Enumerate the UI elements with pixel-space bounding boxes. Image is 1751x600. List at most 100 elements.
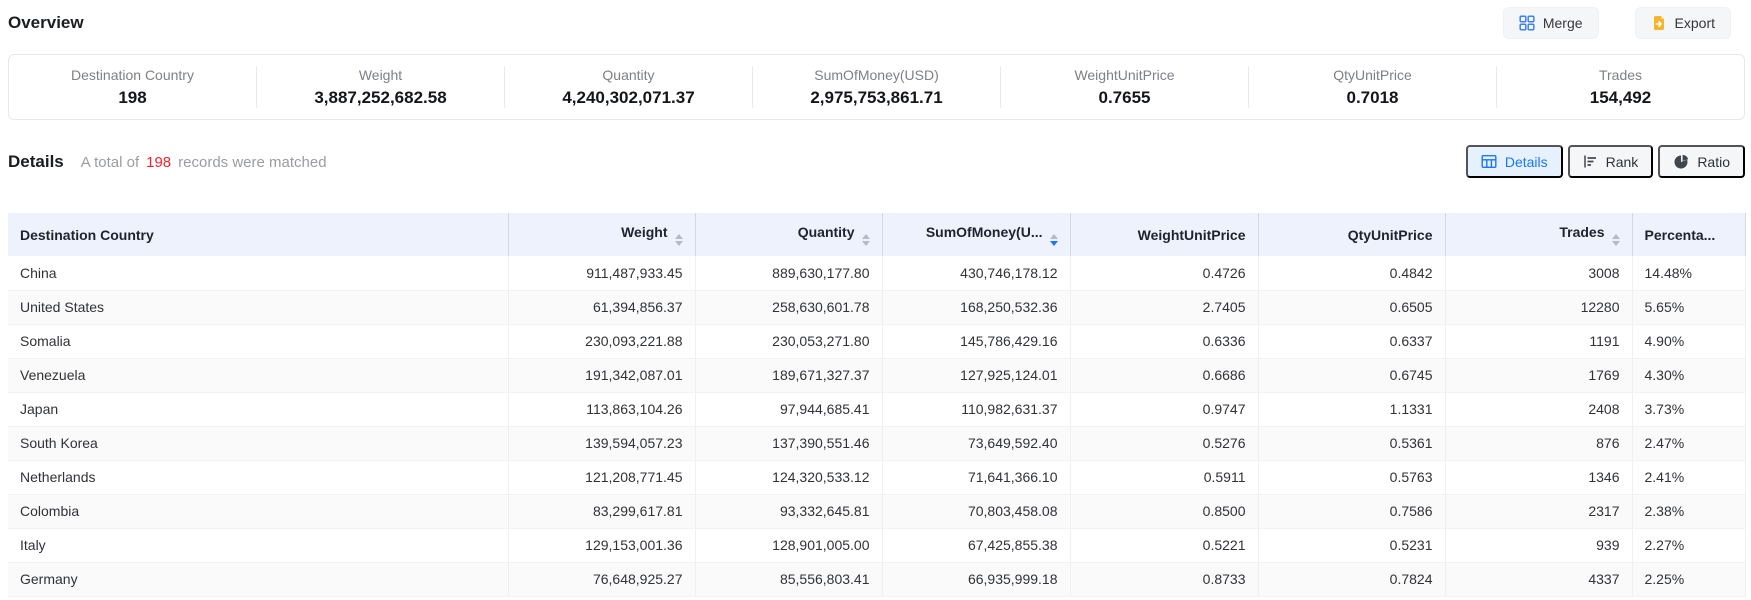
- cell-trades: 4337: [1445, 562, 1632, 596]
- cell-weight: 76,648,925.27: [508, 562, 695, 596]
- cell-sumofmoney-u: 70,803,458.08: [882, 494, 1070, 528]
- cell-weightunitprice: 2.7405: [1070, 290, 1258, 324]
- stat-value: 0.7655: [1099, 89, 1151, 106]
- cell-quantity: 85,556,803.41: [695, 562, 882, 596]
- export-button[interactable]: Export: [1635, 7, 1731, 39]
- stat-label: SumOfMoney(USD): [814, 68, 938, 82]
- stat-value: 0.7018: [1347, 89, 1399, 106]
- rank-bars-icon: [1583, 154, 1598, 169]
- table-row: Colombia83,299,617.8193,332,645.8170,803…: [8, 494, 1745, 528]
- cell-sumofmoney-u: 71,641,366.10: [882, 460, 1070, 494]
- table-row: Italy129,153,001.36128,901,005.0067,425,…: [8, 528, 1745, 562]
- column-header-label: QtyUnitPrice: [1348, 227, 1433, 243]
- cell-quantity: 137,390,551.46: [695, 426, 882, 460]
- table-head: Destination CountryWeightQuantitySumOfMo…: [8, 213, 1745, 256]
- column-header-quantity[interactable]: Quantity: [695, 213, 882, 256]
- stat-label: Trades: [1599, 68, 1642, 82]
- cell-weight: 121,208,771.45: [508, 460, 695, 494]
- merge-button-label: Merge: [1543, 15, 1583, 31]
- match-count: 198: [146, 154, 171, 171]
- table-row: United States61,394,856.37258,630,601.78…: [8, 290, 1745, 324]
- cell-quantity: 128,901,005.00: [695, 528, 882, 562]
- sort-caret-down-icon: [1612, 241, 1620, 246]
- cell-qtyunitprice: 0.5763: [1258, 460, 1445, 494]
- column-header-weight[interactable]: Weight: [508, 213, 695, 256]
- column-header-trades[interactable]: Trades: [1445, 213, 1632, 256]
- cell-qtyunitprice: 0.7586: [1258, 494, 1445, 528]
- sort-caret-icons: [1050, 234, 1058, 246]
- table-row: Somalia230,093,221.88230,053,271.80145,7…: [8, 324, 1745, 358]
- cell-qtyunitprice: 0.6337: [1258, 324, 1445, 358]
- table-row: South Korea139,594,057.23137,390,551.467…: [8, 426, 1745, 460]
- cell-destination-country: Japan: [8, 392, 508, 426]
- stat-trades: Trades154,492: [1497, 68, 1744, 106]
- cell-weightunitprice: 0.5911: [1070, 460, 1258, 494]
- stat-weight: Weight3,887,252,682.58: [257, 68, 504, 106]
- cell-percenta: 2.27%: [1632, 528, 1745, 562]
- sort-caret-up-icon: [675, 234, 683, 239]
- table-row: Venezuela191,342,087.01189,671,327.37127…: [8, 358, 1745, 392]
- details-title: Details: [8, 152, 64, 172]
- cell-percenta: 3.73%: [1632, 392, 1745, 426]
- cell-destination-country: Netherlands: [8, 460, 508, 494]
- cell-weight: 139,594,057.23: [508, 426, 695, 460]
- column-header-weightunitprice: WeightUnitPrice: [1070, 213, 1258, 256]
- cell-weightunitprice: 0.8500: [1070, 494, 1258, 528]
- stat-sumofmoney-usd: SumOfMoney(USD)2,975,753,861.71: [753, 68, 1000, 106]
- sort-caret-up-icon: [1612, 234, 1620, 239]
- cell-qtyunitprice: 0.5361: [1258, 426, 1445, 460]
- cell-sumofmoney-u: 430,746,178.12: [882, 256, 1070, 290]
- sort-caret-icons: [862, 234, 870, 246]
- view-tab-rank[interactable]: Rank: [1568, 145, 1654, 178]
- cell-weightunitprice: 0.6336: [1070, 324, 1258, 358]
- column-header-qtyunitprice: QtyUnitPrice: [1258, 213, 1445, 256]
- cell-weight: 230,093,221.88: [508, 324, 695, 358]
- cell-quantity: 189,671,327.37: [695, 358, 882, 392]
- cell-weight: 911,487,933.45: [508, 256, 695, 290]
- cell-weightunitprice: 0.5221: [1070, 528, 1258, 562]
- cell-weight: 83,299,617.81: [508, 494, 695, 528]
- cell-destination-country: China: [8, 256, 508, 290]
- cell-weightunitprice: 0.9747: [1070, 392, 1258, 426]
- cell-qtyunitprice: 0.6505: [1258, 290, 1445, 324]
- cell-sumofmoney-u: 110,982,631.37: [882, 392, 1070, 426]
- top-bar: Overview Merge Export: [0, 0, 1751, 40]
- sort-caret-down-icon: [675, 241, 683, 246]
- sort-caret-up-icon: [1050, 234, 1058, 239]
- cell-quantity: 97,944,685.41: [695, 392, 882, 426]
- cell-trades: 1191: [1445, 324, 1632, 358]
- cell-quantity: 258,630,601.78: [695, 290, 882, 324]
- view-tab-rank-label: Rank: [1606, 154, 1639, 170]
- stat-label: QtyUnitPrice: [1333, 68, 1412, 82]
- column-header-percenta: Percenta...: [1632, 213, 1745, 256]
- cell-quantity: 889,630,177.80: [695, 256, 882, 290]
- cell-weightunitprice: 0.6686: [1070, 358, 1258, 392]
- view-tab-details[interactable]: Details: [1466, 145, 1563, 178]
- view-tab-details-label: Details: [1505, 154, 1548, 170]
- stat-value: 3,887,252,682.58: [314, 89, 446, 106]
- merge-cells-icon: [1519, 15, 1535, 31]
- cell-destination-country: Venezuela: [8, 358, 508, 392]
- sort-caret-down-icon: [1050, 241, 1058, 246]
- merge-button[interactable]: Merge: [1503, 7, 1599, 39]
- cell-qtyunitprice: 0.4842: [1258, 256, 1445, 290]
- cell-qtyunitprice: 0.6745: [1258, 358, 1445, 392]
- cell-sumofmoney-u: 67,425,855.38: [882, 528, 1070, 562]
- overview-stats: Destination Country198Weight3,887,252,68…: [8, 54, 1745, 120]
- details-table-wrap: Destination CountryWeightQuantitySumOfMo…: [8, 213, 1745, 597]
- cell-sumofmoney-u: 145,786,429.16: [882, 324, 1070, 358]
- column-header-label: Weight: [621, 224, 667, 240]
- cell-destination-country: Germany: [8, 562, 508, 596]
- stat-qtyunitprice: QtyUnitPrice 0.7018: [1249, 68, 1496, 106]
- export-file-icon: [1651, 15, 1667, 31]
- topbar-buttons: Merge Export: [1503, 7, 1731, 39]
- cell-weight: 129,153,001.36: [508, 528, 695, 562]
- stat-label: Quantity: [602, 68, 654, 82]
- column-header-label: WeightUnitPrice: [1138, 227, 1246, 243]
- cell-percenta: 4.90%: [1632, 324, 1745, 358]
- view-tab-ratio[interactable]: Ratio: [1658, 145, 1745, 178]
- column-header-sumofmoney-u[interactable]: SumOfMoney(U...: [882, 213, 1070, 256]
- cell-quantity: 124,320,533.12: [695, 460, 882, 494]
- stat-quantity: Quantity4,240,302,071.37: [505, 68, 752, 106]
- table-body: China911,487,933.45889,630,177.80430,746…: [8, 256, 1745, 596]
